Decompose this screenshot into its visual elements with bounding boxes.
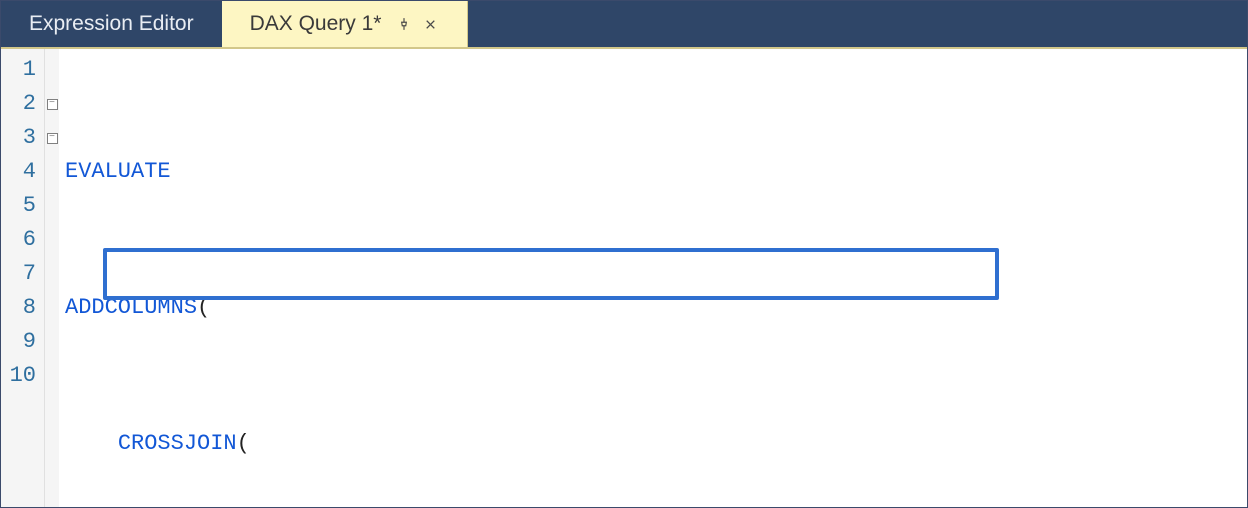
line-number: 1 (5, 53, 36, 87)
tab-label: DAX Query 1* (250, 12, 382, 36)
text-token: ( (197, 291, 210, 325)
fold-toggle-icon[interactable]: − (47, 133, 58, 144)
code-line: CROSSJOIN( (63, 427, 1247, 461)
line-number: 5 (5, 189, 36, 223)
close-icon[interactable] (421, 15, 439, 33)
tab-dax-query[interactable]: DAX Query 1* (222, 1, 469, 47)
line-number: 8 (5, 291, 36, 325)
tab-label: Expression Editor (29, 12, 194, 36)
function-token: ADDCOLUMNS (65, 291, 197, 325)
tab-expression-editor[interactable]: Expression Editor (1, 1, 222, 47)
keyword-token: EVALUATE (65, 155, 171, 189)
code-editor[interactable]: 1 2 3 4 5 6 7 8 9 10 − − EVALUATE ADDCOL… (1, 49, 1247, 507)
function-token: CROSSJOIN (118, 427, 237, 461)
app-root: Expression Editor DAX Query 1* 1 2 3 4 5… (0, 0, 1248, 508)
line-number: 6 (5, 223, 36, 257)
text-token: ( (237, 427, 250, 461)
indent (65, 427, 118, 461)
line-number-gutter: 1 2 3 4 5 6 7 8 9 10 (1, 49, 45, 507)
line-number: 9 (5, 325, 36, 359)
code-line: EVALUATE (63, 155, 1247, 189)
pin-icon[interactable] (395, 15, 413, 33)
code-line: ADDCOLUMNS( (63, 291, 1247, 325)
line-number: 2 (5, 87, 36, 121)
tab-bar: Expression Editor DAX Query 1* (1, 1, 1247, 49)
line-number: 10 (5, 359, 36, 393)
line-number: 7 (5, 257, 36, 291)
line-number: 3 (5, 121, 36, 155)
code-area[interactable]: EVALUATE ADDCOLUMNS( CROSSJOIN( VALUES(M… (59, 49, 1247, 507)
fold-toggle-icon[interactable]: − (47, 99, 58, 110)
line-number: 4 (5, 155, 36, 189)
fold-gutter: − − (45, 49, 59, 507)
